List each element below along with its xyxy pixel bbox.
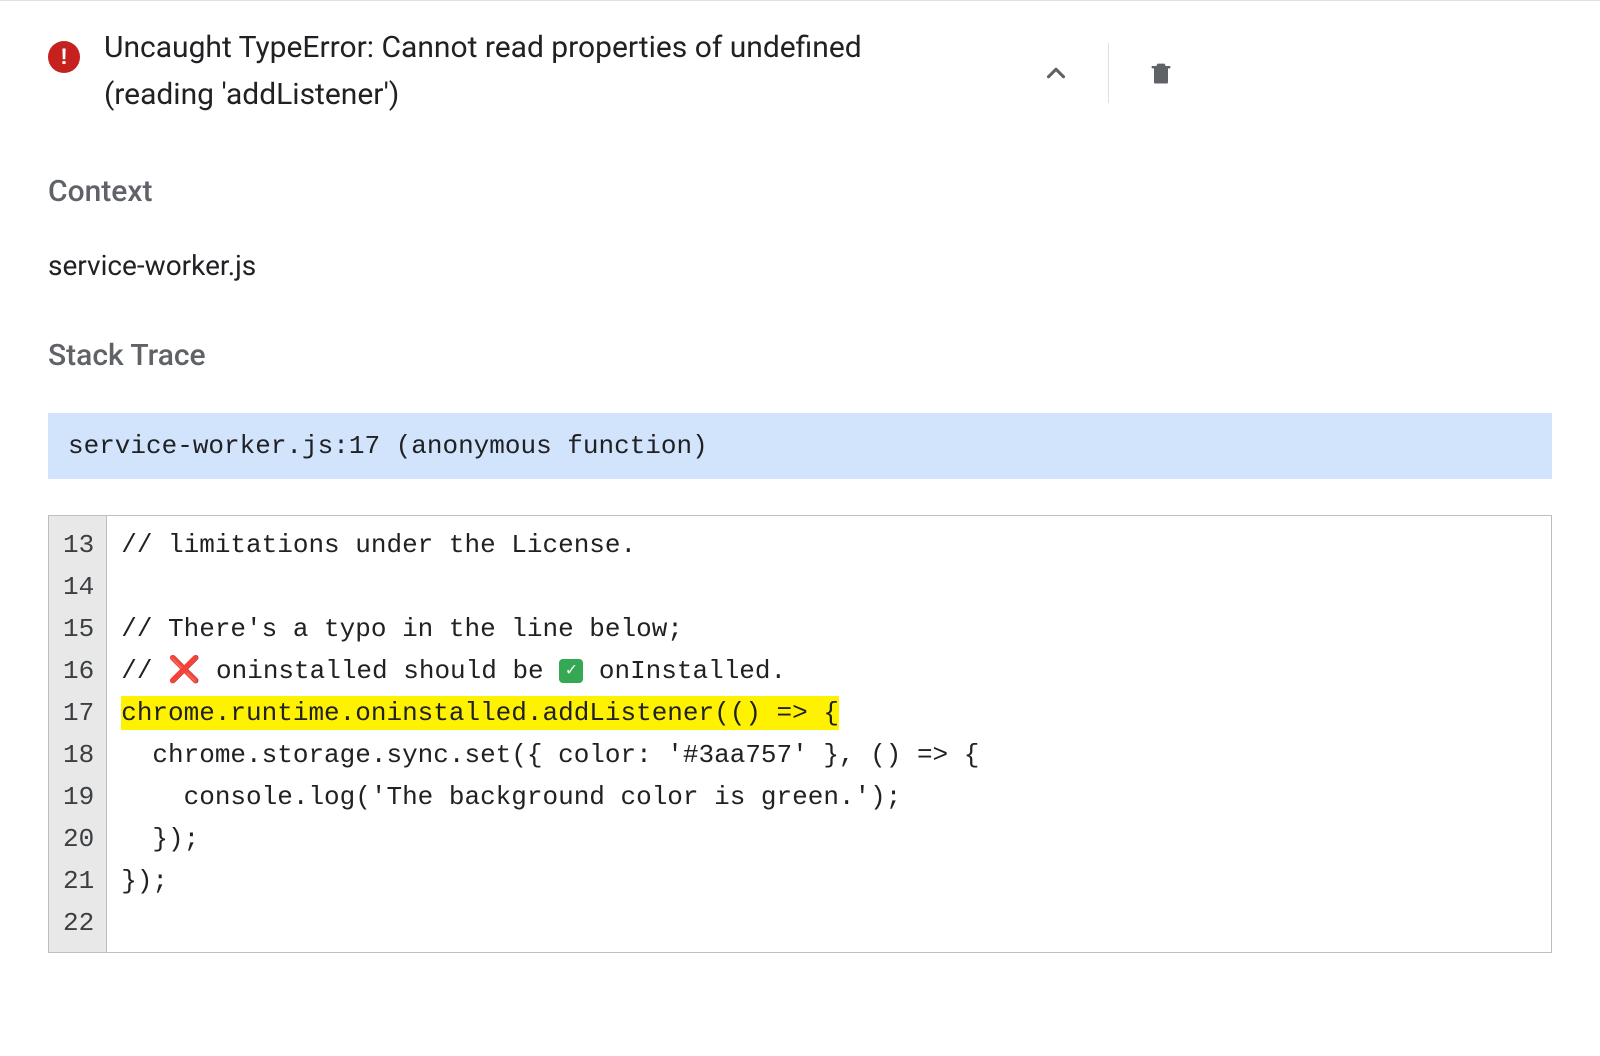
line-number: 21 xyxy=(63,860,94,902)
line-number: 18 xyxy=(63,734,94,776)
cross-mark-icon: ❌ xyxy=(168,656,200,686)
delete-button[interactable] xyxy=(1133,45,1189,101)
check-mark-icon: ✓ xyxy=(559,659,583,683)
code-line: // limitations under the License. xyxy=(107,524,1551,566)
chevron-up-icon xyxy=(1041,58,1071,88)
stack-frame[interactable]: service-worker.js:17 (anonymous function… xyxy=(48,413,1552,479)
stack-trace-heading: Stack Trace xyxy=(48,338,1552,373)
code-lines: // limitations under the License. // The… xyxy=(107,516,1551,952)
code-gutter: 13141516171819202122 xyxy=(49,516,107,952)
highlighted-code: chrome.runtime.oninstalled.addListener((… xyxy=(121,696,839,730)
line-number: 22 xyxy=(63,902,94,944)
error-icon: ! xyxy=(48,41,80,73)
error-title: Uncaught TypeError: Cannot read properti… xyxy=(104,25,1004,118)
line-number: 15 xyxy=(63,608,94,650)
code-line xyxy=(107,566,1551,608)
code-line xyxy=(107,902,1551,944)
context-heading: Context xyxy=(48,174,1552,209)
line-number: 17 xyxy=(63,692,94,734)
code-line: chrome.runtime.oninstalled.addListener((… xyxy=(107,692,1551,734)
code-line: chrome.storage.sync.set({ color: '#3aa75… xyxy=(107,734,1551,776)
code-line: }); xyxy=(107,818,1551,860)
line-number: 19 xyxy=(63,776,94,818)
code-line: }); xyxy=(107,860,1551,902)
line-number: 20 xyxy=(63,818,94,860)
code-line: console.log('The background color is gre… xyxy=(107,776,1551,818)
trash-icon xyxy=(1147,59,1175,87)
code-viewer: 13141516171819202122 // limitations unde… xyxy=(48,515,1552,953)
action-separator xyxy=(1108,43,1109,103)
error-detail-panel: ! Uncaught TypeError: Cannot read proper… xyxy=(0,0,1600,1001)
line-number: 16 xyxy=(63,650,94,692)
code-line: // ❌ oninstalled should be ✓ onInstalled… xyxy=(107,650,1551,692)
line-number: 14 xyxy=(63,566,94,608)
header-actions xyxy=(1028,43,1189,103)
code-line: // There's a typo in the line below; xyxy=(107,608,1551,650)
error-icon-wrap: ! xyxy=(48,41,80,73)
error-header: ! Uncaught TypeError: Cannot read proper… xyxy=(48,25,1552,118)
line-number: 13 xyxy=(63,524,94,566)
context-value: service-worker.js xyxy=(48,249,1552,282)
collapse-button[interactable] xyxy=(1028,45,1084,101)
